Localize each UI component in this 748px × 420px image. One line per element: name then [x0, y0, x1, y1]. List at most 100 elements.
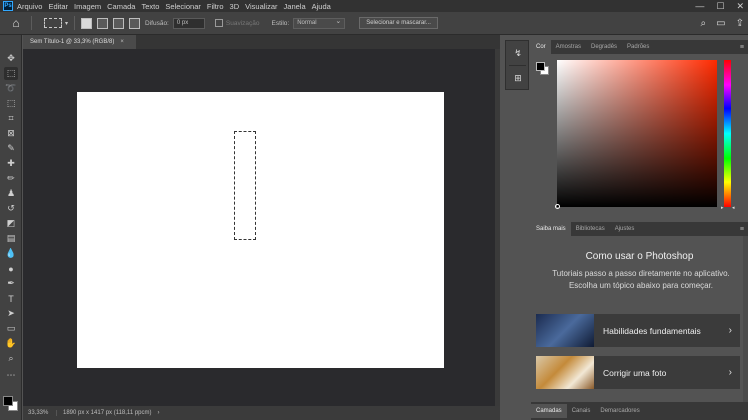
path-selection-tool-icon[interactable]: ➤	[4, 307, 18, 320]
tab-saiba-mais[interactable]: Saiba mais	[531, 222, 571, 236]
rectangular-marquee-tool-icon[interactable]: ⬚	[4, 67, 18, 80]
foreground-color-swatch[interactable]	[536, 62, 545, 71]
type-tool-icon[interactable]: T	[4, 292, 18, 305]
hue-slider-handle-right[interactable]: ◂	[732, 205, 735, 211]
eraser-tool-icon[interactable]: ◩	[4, 217, 18, 230]
tab-padroes[interactable]: Padrões	[622, 40, 654, 54]
close-tab-icon[interactable]: ×	[120, 39, 124, 45]
select-and-mask-button[interactable]: Selecionar e mascarar...	[359, 17, 438, 29]
style-select[interactable]: Normal	[293, 17, 346, 29]
menu-bar: Ps Arquivo Editar Imagem Camada Texto Se…	[0, 0, 748, 12]
menu-janela[interactable]: Janela	[284, 2, 306, 11]
crop-tool-icon[interactable]: ⌗	[4, 112, 18, 125]
learn-title: Como usar o Photoshop	[585, 251, 694, 262]
tab-canais[interactable]: Canais	[567, 404, 596, 418]
feather-input[interactable]: 0 px	[172, 17, 205, 29]
tutorial-card-fundamentals[interactable]: Habilidades fundamentais ›	[536, 314, 740, 347]
clone-stamp-tool-icon[interactable]: ♟	[4, 187, 18, 200]
tutorial-card-fix-photo[interactable]: Corrigir uma foto ›	[536, 356, 740, 389]
tab-demarcadores[interactable]: Demarcadores	[595, 404, 644, 418]
color-panel: ▸ ◂	[531, 54, 748, 214]
zoom-level[interactable]: 33,33%	[23, 410, 57, 416]
share-icon[interactable]: ⇪	[736, 18, 744, 29]
intersect-selection-icon[interactable]	[129, 17, 141, 29]
window-controls: — ☐ ✕	[695, 0, 744, 12]
color-picker-marker[interactable]	[555, 204, 560, 209]
workspace-icon[interactable]: ▭	[716, 18, 725, 29]
dodge-tool-icon[interactable]: ●	[4, 262, 18, 275]
learn-panel-scrollbar[interactable]	[743, 236, 748, 402]
status-bar: 33,33% 1890 px x 1417 px (118,11 ppcm) ›	[23, 406, 500, 420]
foreground-color-swatch[interactable]	[3, 396, 13, 406]
zoom-tool-icon[interactable]: ⌕	[4, 352, 18, 365]
menu-editar[interactable]: Editar	[48, 2, 68, 11]
menu-camada[interactable]: Camada	[107, 2, 135, 11]
healing-brush-tool-icon[interactable]: ✚	[4, 157, 18, 170]
brush-tool-icon[interactable]: ✏	[4, 172, 18, 185]
learn-subtitle: Tutoriais passo a passo diretamente no a…	[552, 269, 730, 290]
search-icon[interactable]: ⌕	[701, 18, 707, 29]
object-selection-tool-icon[interactable]: ⬚	[4, 97, 18, 110]
tab-amostras[interactable]: Amostras	[551, 40, 586, 54]
marquee-preset-icon[interactable]	[44, 18, 62, 28]
home-icon[interactable]: ⌂	[7, 14, 25, 32]
lasso-tool-icon[interactable]: ➰	[4, 82, 18, 95]
separator	[74, 16, 76, 30]
hue-slider-handle-left[interactable]: ▸	[721, 205, 724, 211]
document-tab-bar: Sem Título-1 @ 33,3% (RGB/8) ×	[23, 35, 500, 49]
separator	[31, 16, 32, 30]
tab-degrades[interactable]: Degradês	[586, 40, 622, 54]
subtract-from-selection-icon[interactable]	[113, 17, 125, 29]
pen-tool-icon[interactable]: ✒	[4, 277, 18, 290]
tab-bibliotecas[interactable]: Bibliotecas	[571, 222, 610, 236]
layers-panel-tabs: Camadas Canais Demarcadores	[531, 402, 748, 420]
menu-arquivo[interactable]: Arquivo	[17, 2, 42, 11]
gradient-tool-icon[interactable]: ▤	[4, 232, 18, 245]
selection-marquee[interactable]	[234, 131, 256, 240]
tab-ajustes[interactable]: Ajustes	[610, 222, 640, 236]
eyedropper-tool-icon[interactable]: ✎	[4, 142, 18, 155]
menu-filtro[interactable]: Filtro	[207, 2, 224, 11]
document-tab[interactable]: Sem Título-1 @ 33,3% (RGB/8) ×	[23, 35, 136, 49]
menu-texto[interactable]: Texto	[141, 2, 159, 11]
tutorial-thumbnail	[536, 314, 594, 347]
new-selection-icon[interactable]	[81, 17, 93, 29]
collapsed-panels: ↯ ⊞	[505, 40, 529, 90]
properties-panel-icon[interactable]: ⊞	[512, 72, 524, 84]
tools-panel: ✥ ⬚ ➰ ⬚ ⌗ ⊠ ✎ ✚ ✏ ♟ ↺ ◩ ▤ 💧 ● ✒ T ➤ ▭ ✋ …	[0, 35, 22, 420]
panel-menu-icon[interactable]: ≡	[740, 226, 744, 233]
options-bar: ⌂ ▾ Difusão: 0 px Suavização Estilo: Nor…	[0, 12, 748, 35]
menu-imagem[interactable]: Imagem	[74, 2, 101, 11]
hue-slider[interactable]	[724, 60, 731, 207]
menu-ajuda[interactable]: Ajuda	[312, 2, 331, 11]
menu-visualizar[interactable]: Visualizar	[245, 2, 277, 11]
rectangle-tool-icon[interactable]: ▭	[4, 322, 18, 335]
document-canvas[interactable]	[77, 92, 444, 368]
antialias-checkbox[interactable]	[214, 19, 223, 27]
menu-selecionar[interactable]: Selecionar	[165, 2, 200, 11]
frame-tool-icon[interactable]: ⊠	[4, 127, 18, 140]
separator	[509, 65, 526, 66]
move-tool-icon[interactable]: ✥	[4, 52, 18, 65]
close-icon[interactable]: ✕	[736, 1, 744, 12]
antialias-label: Suavização	[225, 19, 260, 27]
color-panel-tabs: Cor Amostras Degradês Padrões ≡	[531, 40, 748, 54]
history-brush-tool-icon[interactable]: ↺	[4, 202, 18, 215]
menu-3d[interactable]: 3D	[230, 2, 240, 11]
vertical-scrollbar[interactable]	[495, 49, 500, 406]
color-picker-field[interactable]	[557, 60, 717, 207]
maximize-icon[interactable]: ☐	[716, 1, 724, 12]
chevron-right-icon[interactable]: ›	[158, 410, 160, 416]
panel-menu-icon[interactable]: ≡	[740, 44, 744, 51]
add-to-selection-icon[interactable]	[97, 17, 109, 29]
tab-cor[interactable]: Cor	[531, 40, 551, 54]
more-tools-icon[interactable]: ⋯	[4, 369, 18, 382]
history-panel-icon[interactable]: ↯	[512, 47, 524, 59]
chevron-down-icon[interactable]: ▾	[65, 20, 68, 27]
tutorial-card-label: Habilidades fundamentais	[603, 325, 701, 336]
photoshop-logo: Ps	[3, 1, 13, 11]
tab-camadas[interactable]: Camadas	[531, 404, 567, 418]
hand-tool-icon[interactable]: ✋	[4, 337, 18, 350]
blur-tool-icon[interactable]: 💧	[4, 247, 18, 260]
minimize-icon[interactable]: —	[695, 1, 704, 11]
